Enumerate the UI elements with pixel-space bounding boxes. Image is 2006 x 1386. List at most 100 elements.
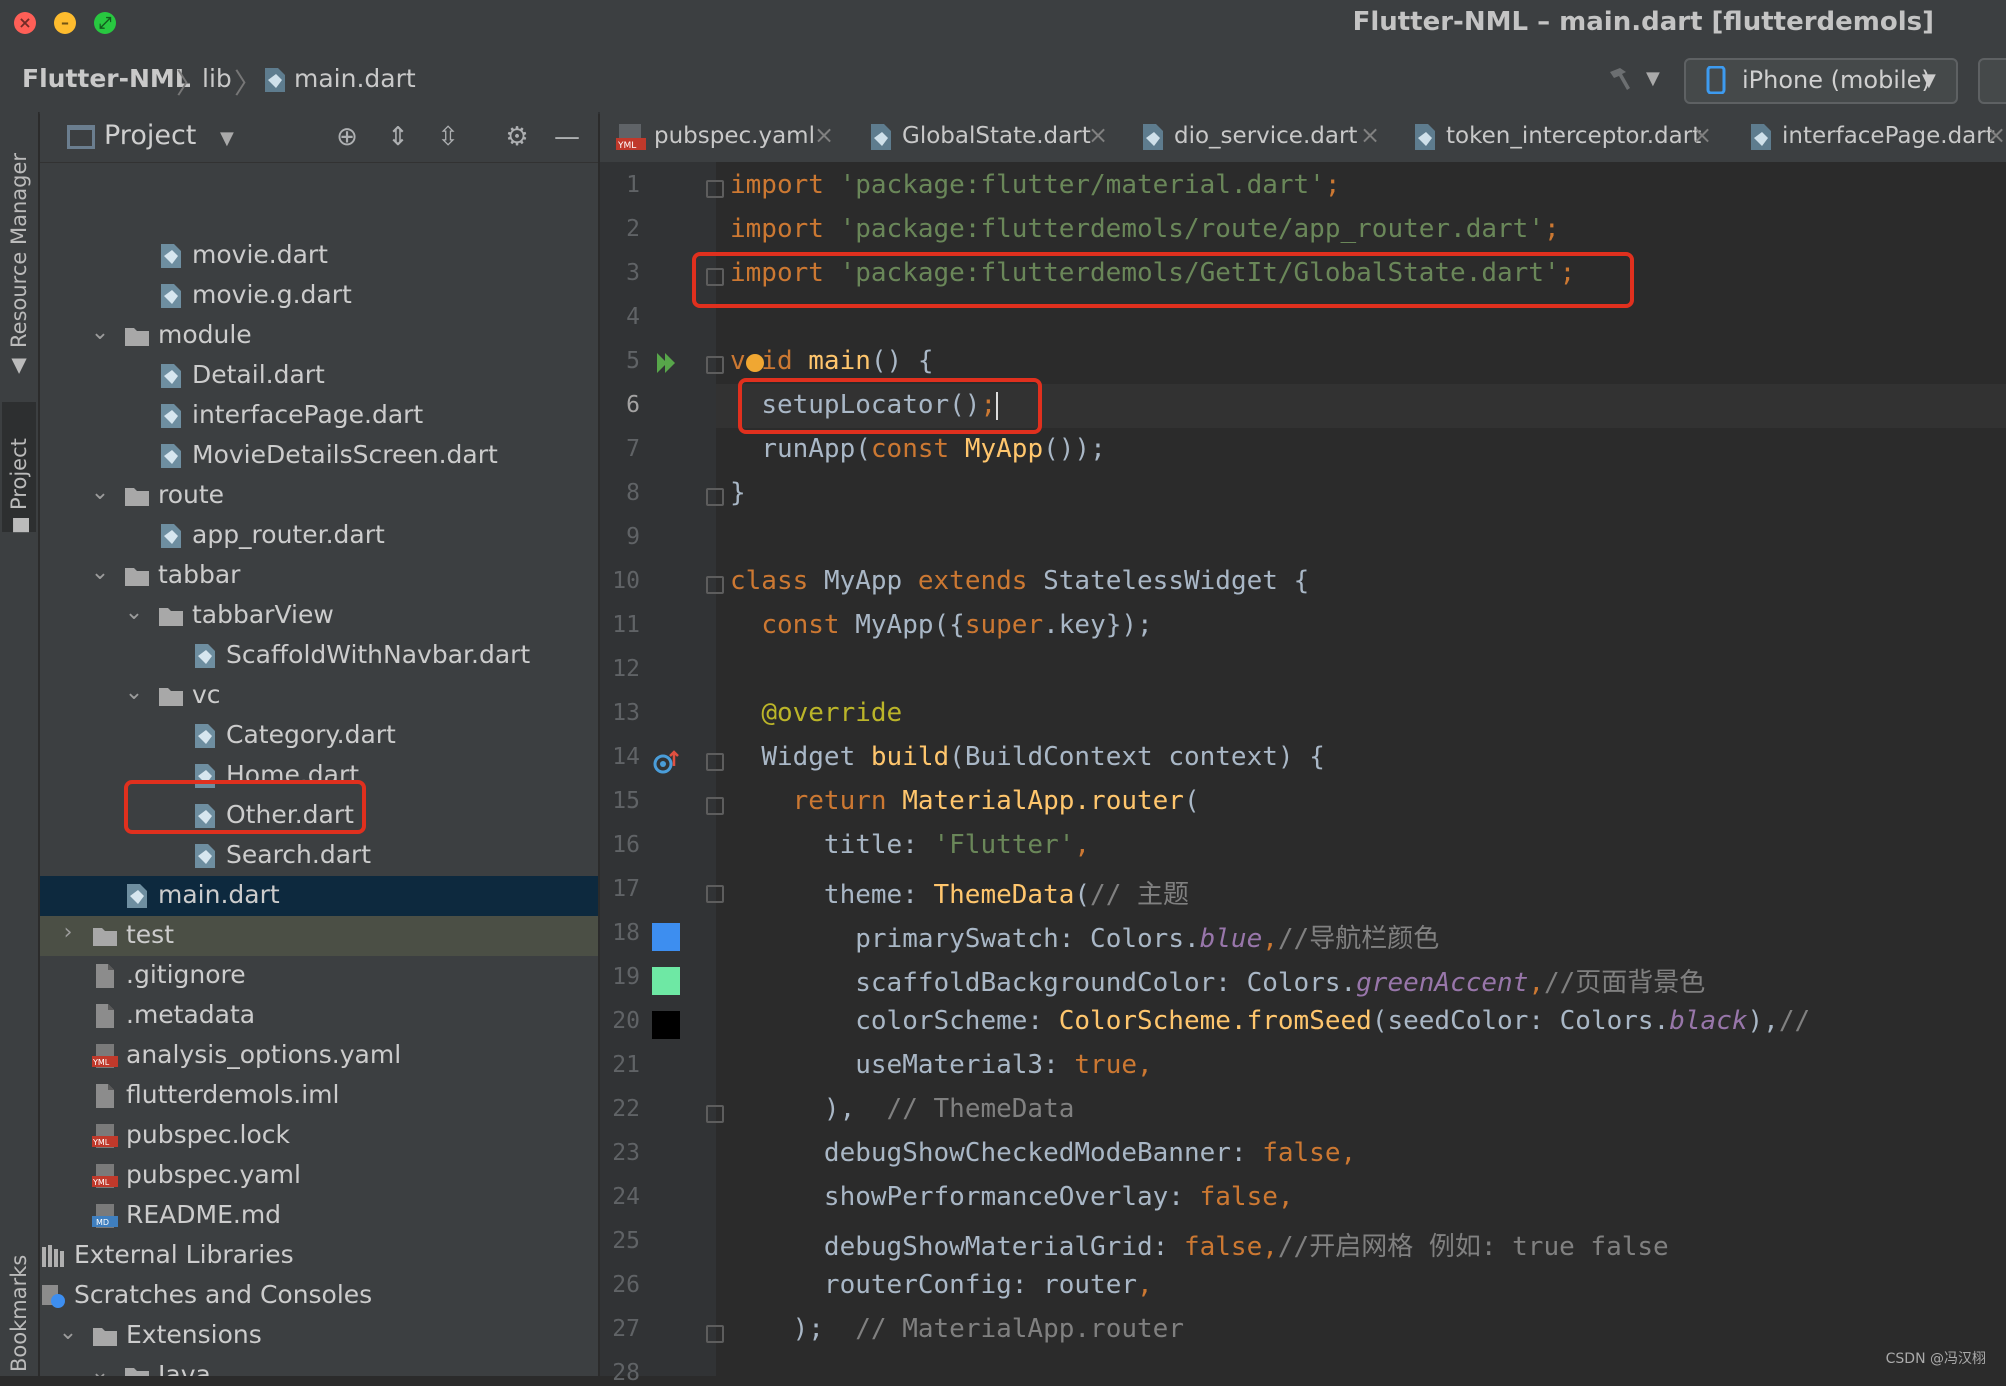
tab-globalstate-dart[interactable]: GlobalState.dart × — [866, 112, 1108, 162]
code-line-21: useMaterial3: true, — [855, 1050, 1153, 1080]
close-tab-icon[interactable]: × — [814, 121, 834, 149]
breadcrumb-file[interactable]: main.dart — [294, 64, 416, 93]
breadcrumb-lib[interactable]: lib — [202, 64, 232, 93]
project-view-selector[interactable]: Project — [104, 120, 196, 151]
tree-item-tabbar[interactable]: ⌄ tabbar — [40, 556, 598, 596]
tab-label: dio_service.dart — [1174, 123, 1358, 149]
tree-item-app-router-dart[interactable]: app_router.dart — [40, 516, 598, 556]
tab-interfacepage-dart[interactable]: interfacePage.dart × — [1746, 112, 2006, 162]
highlight-box-setup-locator — [738, 378, 1042, 434]
tree-item-test[interactable]: › test — [40, 916, 598, 956]
tree-item-pubspec-yaml[interactable]: YML pubspec.yaml — [40, 1156, 598, 1196]
tree-item-external-libraries[interactable]: ›External Libraries — [40, 1236, 598, 1276]
tree-item-category-dart[interactable]: Category.dart — [40, 716, 598, 756]
expand-all-icon[interactable]: ⇕ — [383, 122, 413, 152]
breadcrumb-project[interactable]: Flutter-NML — [22, 64, 191, 93]
fold-marker-icon[interactable] — [706, 1325, 724, 1343]
tree-item-interfacepage-dart[interactable]: interfacePage.dart — [40, 396, 598, 436]
tree-item-label: main.dart — [158, 880, 280, 909]
tree-item-moviedetailsscreen-dart[interactable]: MovieDetailsScreen.dart — [40, 436, 598, 476]
tree-item-movie-g-dart[interactable]: movie.g.dart — [40, 276, 598, 316]
tab-pubspec-yaml[interactable]: YML pubspec.yaml × — [614, 112, 834, 162]
device-selector[interactable]: iPhone (mobile) ▼ — [1684, 58, 1958, 104]
collapse-all-icon[interactable]: ⇳ — [433, 122, 463, 152]
close-tab-icon[interactable]: × — [1088, 121, 1108, 149]
zoom-window-button[interactable]: ⤢ — [94, 12, 116, 34]
tree-item-readme-md[interactable]: MD README.md — [40, 1196, 598, 1236]
tree-item-module[interactable]: ⌄ module — [40, 316, 598, 356]
color-swatch-black[interactable] — [652, 1011, 680, 1039]
fold-marker-icon[interactable] — [706, 180, 724, 198]
tree-item-main-dart[interactable]: main.dart — [40, 876, 598, 916]
bulb-icon[interactable] — [746, 354, 764, 372]
tree-item-extensions[interactable]: ⌄ Extensions — [40, 1316, 598, 1356]
line-number: 8 — [626, 480, 640, 506]
fold-marker-icon[interactable] — [706, 797, 724, 815]
tab-bookmarks[interactable]: Bookmarks — [2, 1232, 36, 1372]
close-tab-icon[interactable]: × — [1986, 121, 2006, 149]
tree-item-flutterdemols-iml[interactable]: flutterdemols.iml — [40, 1076, 598, 1116]
color-swatch-green-accent[interactable] — [652, 967, 680, 995]
tree-item-detail-dart[interactable]: Detail.dart — [40, 356, 598, 396]
folder-file-icon — [92, 1323, 118, 1349]
fold-marker-icon[interactable] — [706, 753, 724, 771]
line-number: 17 — [612, 876, 640, 902]
tab-project[interactable]: ▆ Project — [2, 402, 36, 532]
folder-icon: ▆ — [8, 518, 30, 532]
chevron-down-icon[interactable]: ⌄ — [90, 480, 110, 505]
tab-dio-service-dart[interactable]: dio_service.dart × — [1138, 112, 1380, 162]
tab-resource-manager[interactable]: ▲ Resource Manager — [2, 130, 36, 380]
tree-item-route[interactable]: ⌄ route — [40, 476, 598, 516]
tab-token-interceptor-dart[interactable]: token_interceptor.dart × — [1410, 112, 1712, 162]
color-swatch-blue[interactable] — [652, 923, 680, 951]
tree-item-scaffoldwithnavbar-dart[interactable]: ScaffoldWithNavbar.dart — [40, 636, 598, 676]
hide-panel-icon[interactable]: — — [552, 122, 582, 152]
line-number: 21 — [612, 1052, 640, 1078]
code-line-2: import 'package:flutterdemols/route/app_… — [730, 214, 1560, 244]
fold-marker-icon[interactable] — [706, 356, 724, 374]
fold-marker-icon[interactable] — [706, 576, 724, 594]
tree-item-analysis-options-yaml[interactable]: YML analysis_options.yaml — [40, 1036, 598, 1076]
tree-item-gitignore[interactable]: .gitignore — [40, 956, 598, 996]
tree-item-metadata[interactable]: .metadata — [40, 996, 598, 1036]
chevron-down-icon[interactable]: ▼ — [220, 128, 234, 149]
chevron-down-icon[interactable]: ⌄ — [58, 1320, 78, 1345]
run-config-button[interactable] — [1978, 58, 2006, 104]
chevron-down-icon[interactable]: ⌄ — [90, 320, 110, 345]
chevron-down-icon[interactable]: ⌄ — [124, 600, 144, 625]
left-tool-strip: ▲ Resource Manager ▆ Project Bookmarks — [0, 112, 39, 1376]
run-icon[interactable] — [654, 350, 680, 376]
tree-item-search-dart[interactable]: Search.dart — [40, 836, 598, 876]
line-number: 27 — [612, 1316, 640, 1342]
svg-text:YML: YML — [617, 141, 636, 151]
close-tab-icon[interactable]: × — [1692, 121, 1712, 149]
chevron-right-icon[interactable]: › — [58, 920, 78, 945]
tree-item-movie-dart[interactable]: movie.dart — [40, 236, 598, 276]
fold-marker-icon[interactable] — [706, 488, 724, 506]
hammer-icon[interactable] — [1604, 64, 1636, 94]
fold-marker-icon[interactable] — [706, 1105, 724, 1123]
chevron-down-icon[interactable]: ⌄ — [90, 560, 110, 585]
line-number: 28 — [612, 1360, 640, 1386]
dart-file-icon — [1751, 124, 1771, 150]
gear-icon[interactable]: ⚙ — [502, 122, 532, 152]
chevron-down-icon[interactable]: ⌄ — [90, 1360, 110, 1376]
tree-item-scratches-and-consoles[interactable]: ⌄Scratches and Consoles — [40, 1276, 598, 1316]
close-icon: × — [18, 13, 32, 32]
fold-marker-icon[interactable] — [706, 885, 724, 903]
override-icon[interactable] — [652, 748, 682, 776]
yaml-file-icon: YML — [616, 124, 646, 151]
file-file-icon — [92, 1003, 118, 1029]
line-number: 16 — [612, 832, 640, 858]
tree-item-vc[interactable]: ⌄ vc — [40, 676, 598, 716]
chevron-down-icon[interactable]: ▼ — [1646, 68, 1660, 89]
locate-file-icon[interactable]: ⊕ — [332, 122, 362, 152]
chevron-down-icon[interactable]: ⌄ — [124, 680, 144, 705]
tree-item-pubspec-lock[interactable]: YML pubspec.lock — [40, 1116, 598, 1156]
tree-item-tabbarview[interactable]: ⌄ tabbarView — [40, 596, 598, 636]
close-tab-icon[interactable]: × — [1360, 121, 1380, 149]
close-window-button[interactable]: × — [14, 12, 36, 34]
title-bar: × – ⤢ Flutter-NML – main.dart [flutterde… — [0, 0, 2006, 46]
minimize-window-button[interactable]: – — [54, 12, 76, 34]
tree-item-java[interactable]: ⌄ Java — [40, 1356, 598, 1376]
